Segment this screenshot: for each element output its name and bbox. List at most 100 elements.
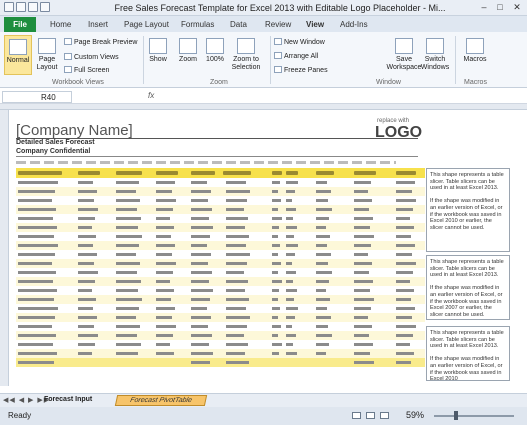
tab-review[interactable]: Review [265, 20, 291, 29]
table-cell [354, 217, 373, 220]
table-row[interactable] [16, 331, 425, 340]
table-row[interactable] [16, 223, 425, 232]
tab-insert[interactable]: Insert [88, 20, 108, 29]
worksheet[interactable]: [Company Name] Detailed Sales Forecast C… [9, 110, 516, 386]
sheet-tab-forecast-input[interactable]: Forecast Input [44, 396, 92, 403]
tab-formulas[interactable]: Formulas [181, 20, 214, 29]
slicer-note-1[interactable]: This shape represents a table slicer. Ta… [426, 168, 510, 252]
table-cell [396, 280, 410, 283]
table-cell [78, 271, 98, 274]
slicer-note-2[interactable]: This shape represents a table slicer. Ta… [426, 255, 510, 320]
zoom-slider-knob[interactable] [453, 411, 458, 420]
zoom-to-selection-button[interactable]: Zoom to Selection [230, 38, 262, 72]
full-screen-button[interactable]: Full Screen [64, 66, 109, 74]
custom-views-button[interactable]: Custom Views [64, 53, 119, 61]
table-row[interactable] [16, 322, 425, 331]
table-cell [316, 325, 328, 328]
table-row[interactable] [16, 277, 425, 286]
table-row[interactable] [16, 250, 425, 259]
table-cell [354, 325, 372, 328]
normal-view-status-icon[interactable] [352, 412, 361, 419]
page-break-status-icon[interactable] [380, 412, 389, 419]
close-button[interactable]: ✕ [510, 2, 524, 13]
table-row[interactable] [16, 286, 425, 295]
zoom-100-button[interactable]: 100% [205, 38, 225, 63]
table-cell [286, 271, 296, 274]
table-row[interactable] [16, 196, 425, 205]
show-button[interactable]: Show [148, 38, 168, 63]
tab-add-ins[interactable]: Add-Ins [340, 20, 368, 29]
save-workspace-button[interactable]: Save Workspace [386, 38, 422, 72]
table-cell [18, 316, 55, 319]
table-cell [191, 244, 207, 247]
maximize-button[interactable]: □ [493, 2, 507, 13]
macros-button[interactable]: Macros [462, 38, 488, 63]
row-headers[interactable] [0, 110, 9, 386]
table-cell [354, 361, 374, 364]
table-row[interactable] [16, 295, 425, 304]
table-row[interactable] [16, 313, 425, 322]
table-row[interactable] [16, 241, 425, 250]
arrange-all-icon [274, 52, 282, 59]
table-cell [78, 280, 95, 283]
table-cell [396, 217, 410, 220]
table-cell [116, 334, 137, 337]
table-header-row[interactable] [16, 168, 425, 178]
fx-icon[interactable]: fx [148, 91, 154, 100]
table-cell [18, 361, 54, 364]
switch-windows-icon [426, 38, 444, 54]
table-cell [116, 289, 138, 292]
table-cell [396, 226, 414, 229]
table-cell [18, 280, 53, 283]
excel-icon[interactable] [4, 2, 14, 12]
table-row[interactable] [16, 187, 425, 196]
table-cell [354, 334, 369, 337]
tab-file[interactable]: File [4, 17, 36, 32]
new-window-button[interactable]: New Window [274, 38, 325, 46]
arrange-all-button[interactable]: Arrange All [274, 52, 318, 60]
zoom-button[interactable]: Zoom [178, 38, 198, 63]
page-layout-status-icon[interactable] [366, 412, 375, 419]
tab-page-layout[interactable]: Page Layout [124, 20, 169, 29]
zoom-level[interactable]: 59% [406, 410, 424, 420]
table-cell [226, 181, 246, 184]
sheet-tab-forecast-pivottable[interactable]: Forecast PivotTable [114, 395, 208, 406]
name-box[interactable]: R40 [2, 91, 72, 103]
table-cell [191, 217, 209, 220]
zoom-slider[interactable] [434, 415, 514, 417]
table-cell [396, 343, 410, 346]
table-row[interactable] [16, 268, 425, 277]
save-icon[interactable] [16, 2, 26, 12]
page-layout-view-button[interactable]: Page Layout [34, 38, 60, 72]
table-row[interactable] [16, 232, 425, 241]
table-cell [396, 262, 416, 265]
table-cell [156, 316, 172, 319]
page-break-preview-button[interactable]: Page Break Preview [64, 38, 137, 46]
table-cell [78, 235, 96, 238]
table-row[interactable] [16, 259, 425, 268]
table-row[interactable] [16, 340, 425, 349]
switch-windows-button[interactable]: Switch Windows [418, 38, 452, 72]
tab-home[interactable]: Home [50, 20, 71, 29]
minimize-button[interactable]: – [477, 2, 491, 13]
slicer-note-3[interactable]: This shape represents a table slicer. Ta… [426, 326, 510, 382]
table-row[interactable] [16, 304, 425, 313]
table-cell [116, 208, 137, 211]
table-row[interactable] [16, 205, 425, 214]
table-row[interactable] [16, 214, 425, 223]
normal-view-button[interactable]: Normal [4, 35, 32, 75]
table-cell [18, 289, 57, 292]
undo-icon[interactable] [28, 2, 38, 12]
tab-data[interactable]: Data [230, 20, 247, 29]
freeze-panes-button[interactable]: Freeze Panes [274, 66, 328, 74]
tab-view[interactable]: View [306, 20, 324, 29]
ribbon-tabs: File Home Insert Page Layout Formulas Da… [0, 16, 527, 32]
table-total-row[interactable] [16, 358, 425, 367]
forecast-table[interactable] [16, 168, 425, 367]
table-row[interactable] [16, 178, 425, 187]
table-cell [272, 307, 280, 310]
table-cell [191, 253, 211, 256]
redo-icon[interactable] [40, 2, 50, 12]
table-row[interactable] [16, 349, 425, 358]
logo-placeholder[interactable]: LOGO [375, 124, 422, 142]
